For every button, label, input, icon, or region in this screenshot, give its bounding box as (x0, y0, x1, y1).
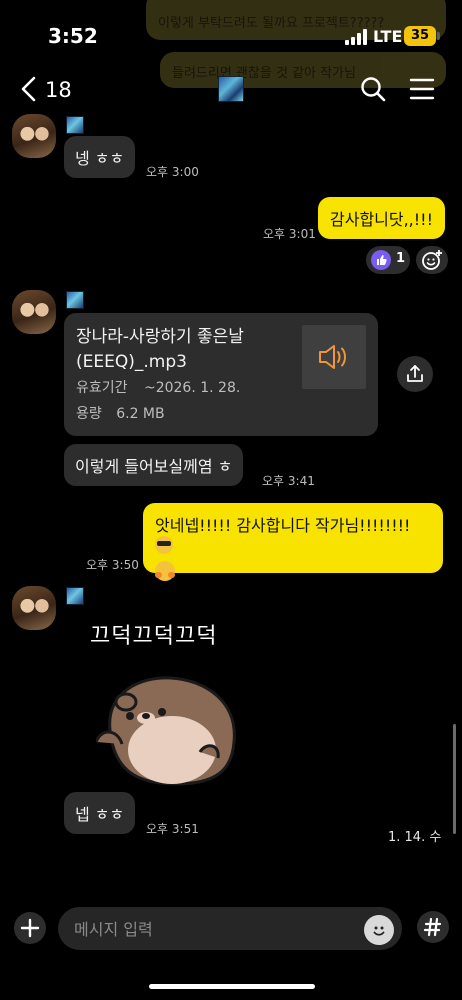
file-size: 용량 6.2 MB (76, 403, 165, 423)
message-bubble-incoming[interactable]: 이렇게 들어보실께염 ㅎ (64, 444, 244, 486)
sunglasses-emoji-icon (155, 536, 173, 554)
message-bubble-incoming[interactable]: 넹 ㅎㅎ (64, 136, 136, 178)
reaction-badge[interactable]: 1 (366, 246, 410, 274)
message-text: 앗네넵!!!!! 감사합니다 작가님!!!!!!!! (155, 516, 411, 535)
emoji-button[interactable] (364, 915, 394, 945)
thumbs-up-icon (371, 250, 391, 270)
hashtag-icon (423, 917, 442, 937)
signal-icon (345, 29, 367, 45)
reaction-count: 1 (396, 251, 406, 266)
scrollbar[interactable] (453, 724, 456, 834)
hugging-emoji-icon (155, 561, 175, 581)
message-time: 오후 3:00 (146, 165, 199, 179)
menu-icon[interactable] (409, 77, 435, 101)
network-type: LTE (373, 27, 403, 46)
unread-count[interactable]: 18 (45, 78, 72, 102)
battery-nub (437, 32, 440, 40)
status-time: 3:52 (48, 24, 98, 48)
audio-file-thumbnail (302, 325, 366, 389)
message-input[interactable] (72, 917, 356, 941)
message-time: 오후 3:50 (86, 558, 139, 572)
message-time: 오후 3:01 (263, 227, 316, 241)
home-indicator (149, 984, 315, 989)
back-chevron-icon[interactable] (18, 76, 42, 102)
message-bubble-outgoing[interactable]: 감사합니닷,,!!! (318, 197, 446, 239)
hashtag-button[interactable] (417, 911, 449, 943)
share-button[interactable] (397, 356, 433, 392)
message-bubble-outgoing[interactable]: 앗네넵!!!!! 감사합니다 작가님!!!!!!!! (143, 503, 443, 581)
otter-sticker[interactable] (96, 672, 246, 787)
message-time: 오후 3:51 (146, 822, 199, 836)
file-name: 장나라-사랑하기 좋은날 (EEEQ)_.mp3 (76, 327, 244, 372)
emoji-icon (373, 926, 385, 936)
share-icon (407, 365, 423, 382)
file-expiry-value: ~2026. 1. 28. (143, 380, 241, 396)
message-time: 오후 3:41 (262, 474, 315, 488)
plus-icon (20, 918, 40, 938)
file-size-value: 6.2 MB (116, 406, 165, 422)
battery-icon: 35 (404, 26, 436, 46)
message-bubble-incoming[interactable]: 넵 ㅎㅎ (64, 792, 136, 834)
sticker-caption: 끄덕끄덕끄덕 (90, 624, 218, 649)
file-expiry-label: 유효기간 (76, 380, 128, 396)
speaker-icon (319, 345, 346, 369)
sender-avatar[interactable] (12, 290, 56, 334)
message-input-container[interactable] (58, 907, 402, 950)
file-attachment-bubble[interactable]: 장나라-사랑하기 좋은날 (EEEQ)_.mp3 유효기간 ~2026. 1. … (64, 313, 378, 436)
ghost-message-2: 들려드리면 괜찮을 것 같아 작가님 (160, 52, 446, 88)
date-label: 1. 14. 수 (388, 830, 442, 845)
sender-avatar[interactable] (12, 586, 56, 630)
file-expiry: 유효기간 ~2026. 1. 28. (76, 377, 240, 397)
add-reaction-button[interactable] (416, 246, 448, 274)
attach-button[interactable] (14, 912, 46, 944)
sender-name-thumbnail (66, 116, 84, 134)
chat-profile-thumbnail[interactable] (218, 76, 244, 102)
add-emoji-icon (422, 250, 442, 270)
sender-name-thumbnail (66, 587, 84, 605)
ghost-message-2-text: 들려드리면 괜찮을 것 같아 작가님 (172, 66, 356, 81)
file-size-label: 용량 (76, 406, 102, 422)
sender-name-thumbnail (66, 291, 84, 309)
sender-avatar[interactable] (12, 114, 56, 158)
search-icon[interactable] (360, 76, 386, 102)
